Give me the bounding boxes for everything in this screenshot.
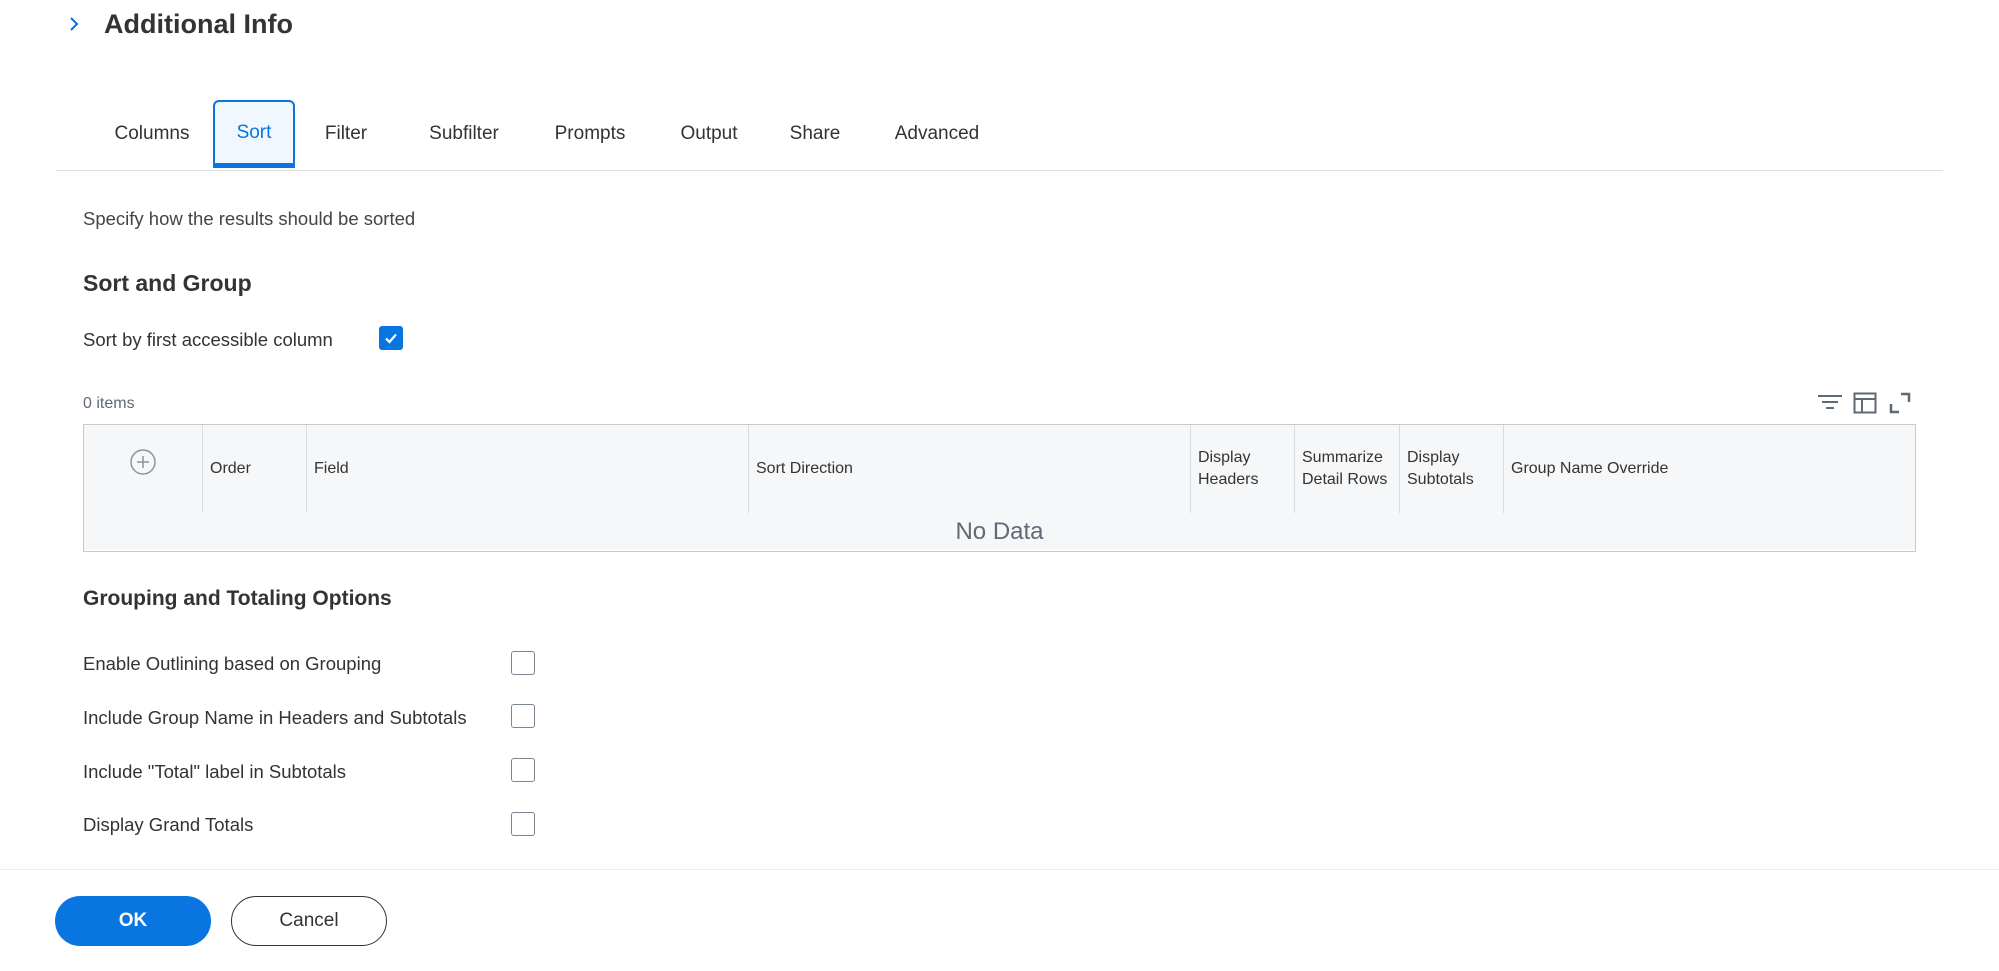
filter-icon[interactable] bbox=[1816, 389, 1844, 417]
option-checkbox-enable-outlining[interactable] bbox=[511, 651, 535, 675]
sort-and-group-heading: Sort and Group bbox=[83, 270, 252, 296]
tab-sort[interactable]: Sort bbox=[213, 100, 295, 168]
tab-output[interactable]: Output bbox=[661, 100, 757, 168]
tab-share[interactable]: Share bbox=[770, 100, 860, 168]
tab-filter[interactable]: Filter bbox=[306, 100, 386, 168]
sort-first-column-label: Sort by first accessible column bbox=[83, 329, 333, 350]
column-header-display-subtotals[interactable]: Display Subtotals bbox=[1400, 425, 1504, 513]
tab-advanced[interactable]: Advanced bbox=[874, 100, 1000, 168]
grid-header: Order Field Sort Direction Display Heade… bbox=[84, 425, 1915, 514]
column-header-group-name-override[interactable]: Group Name Override bbox=[1504, 425, 1914, 513]
tab-bar: Columns Sort Filter Subfilter Prompts Ou… bbox=[56, 100, 1943, 171]
page-title: Additional Info bbox=[104, 9, 293, 39]
column-header-sort-direction[interactable]: Sort Direction bbox=[749, 425, 1191, 513]
tab-subfilter[interactable]: Subfilter bbox=[406, 100, 522, 168]
tab-columns[interactable]: Columns bbox=[94, 100, 210, 168]
tab-prompts[interactable]: Prompts bbox=[532, 100, 648, 168]
sort-grid: Order Field Sort Direction Display Heade… bbox=[83, 424, 1916, 552]
add-row-icon[interactable] bbox=[129, 448, 157, 476]
column-header-field[interactable]: Field bbox=[307, 425, 749, 513]
column-layout-icon[interactable] bbox=[1851, 389, 1879, 417]
option-checkbox-grand-totals[interactable] bbox=[511, 812, 535, 836]
add-row-cell bbox=[84, 425, 203, 513]
items-count: 0 items bbox=[83, 395, 135, 412]
option-checkbox-total-label[interactable] bbox=[511, 758, 535, 782]
ok-button[interactable]: OK bbox=[55, 896, 211, 946]
option-label-enable-outlining: Enable Outlining based on Grouping bbox=[83, 653, 382, 674]
option-label-include-group-name: Include Group Name in Headers and Subtot… bbox=[83, 707, 467, 728]
column-header-display-headers[interactable]: Display Headers bbox=[1191, 425, 1295, 513]
grouping-heading: Grouping and Totaling Options bbox=[83, 587, 392, 610]
column-header-summarize-detail-rows[interactable]: Summarize Detail Rows bbox=[1295, 425, 1400, 513]
option-label-grand-totals: Display Grand Totals bbox=[83, 814, 254, 835]
sort-first-column-checkbox[interactable] bbox=[379, 326, 403, 350]
checkmark-icon bbox=[385, 333, 397, 344]
expand-chevron-icon[interactable] bbox=[63, 12, 85, 36]
option-checkbox-include-group-name[interactable] bbox=[511, 704, 535, 728]
footer-divider bbox=[0, 869, 1999, 870]
sort-description: Specify how the results should be sorted bbox=[83, 208, 416, 229]
no-data-message: No Data bbox=[84, 513, 1915, 550]
option-label-total-label: Include "Total" label in Subtotals bbox=[83, 761, 347, 782]
column-header-order[interactable]: Order bbox=[203, 425, 307, 513]
cancel-button[interactable]: Cancel bbox=[231, 896, 387, 946]
fullscreen-icon[interactable] bbox=[1886, 389, 1914, 417]
